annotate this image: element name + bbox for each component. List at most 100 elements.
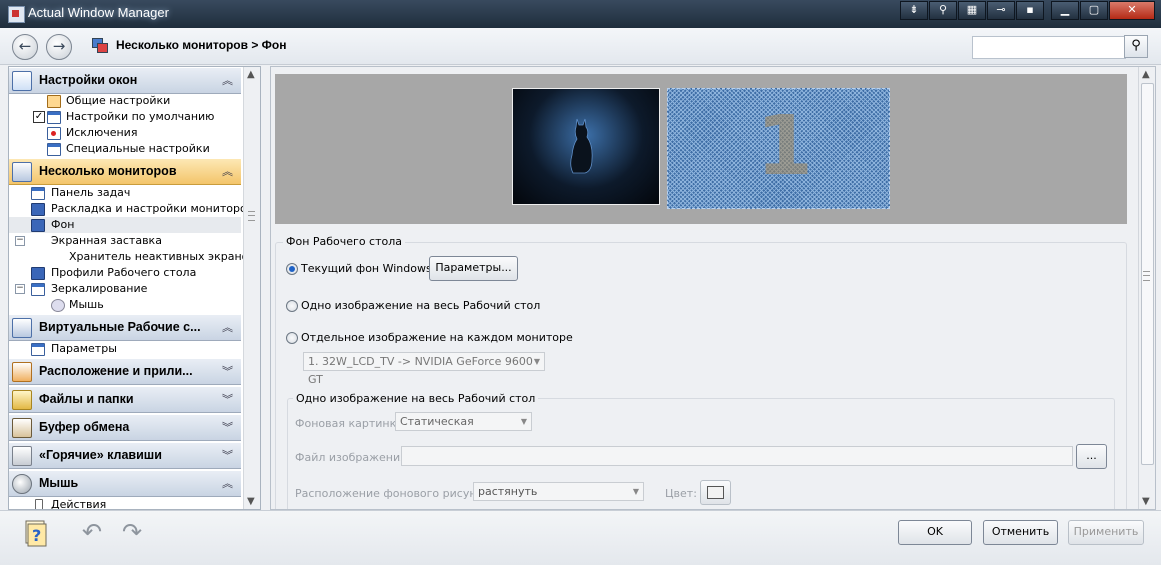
dropdown-arrow-icon: ▼ — [533, 357, 540, 366]
monitor-preview-primary[interactable] — [512, 88, 660, 205]
section-label: «Горячие» клавиши — [39, 448, 162, 462]
sidebar-item-label: Хранитель неактивных экранов — [69, 250, 255, 263]
sidebar-item-label: Исключения — [66, 126, 138, 139]
sidebar-item-label: Мышь — [69, 298, 104, 311]
sidebar-item-label: Общие настройки — [66, 94, 171, 107]
keyboard-icon — [12, 446, 32, 466]
main-panel: 1 Фон Рабочего стола Текущий фон Windows… — [270, 66, 1156, 510]
minimize-to-tray-icon[interactable]: ▪ — [1016, 1, 1044, 20]
redo-icon[interactable]: ↷ — [118, 520, 146, 544]
section-mouse[interactable]: Мышь ︽ — [9, 470, 241, 497]
search-button[interactable]: ⚲ — [1124, 35, 1148, 58]
radio-per-monitor-image[interactable] — [286, 332, 298, 344]
chevron-up-icon[interactable]: ︽ — [222, 72, 233, 88]
monitor-preview-secondary[interactable]: 1 — [667, 88, 890, 209]
sidebar-item-label: Действия — [51, 498, 107, 510]
cancel-button[interactable]: Отменить — [983, 520, 1058, 545]
app-logo-icon — [8, 6, 25, 23]
section-files-folders[interactable]: Файлы и папки ︾ — [9, 386, 241, 413]
section-label: Виртуальные Рабочие с... — [39, 320, 201, 334]
ok-button[interactable]: OK — [898, 520, 972, 545]
dropdown-arrow-icon: ▼ — [632, 487, 639, 496]
close-icon[interactable]: ✕ — [1109, 1, 1155, 20]
monitor-select[interactable]: 1. 32W_LCD_TV -> NVIDIA GeForce 9600 GT … — [303, 352, 545, 386]
chevron-down-icon[interactable]: ︾ — [222, 419, 233, 435]
radio-single-image[interactable] — [286, 300, 298, 312]
main-scrollbar[interactable]: ▲ ▼ — [1138, 67, 1155, 509]
radio-label: Одно изображение на весь Рабочий стол — [301, 299, 541, 312]
section-placement[interactable]: Расположение и прили... ︾ — [9, 358, 241, 385]
sidebar-item-label: Зеркалирование — [51, 282, 148, 295]
arrow-right-icon: → — [52, 37, 66, 55]
collapse-toggle-icon[interactable]: − — [15, 236, 25, 246]
monitor-layout-icon — [31, 203, 45, 216]
scroll-up-icon[interactable]: ▲ — [1142, 69, 1150, 80]
radio-label: Отдельное изображение на каждом мониторе — [301, 331, 573, 344]
chevron-down-icon[interactable]: ︾ — [222, 391, 233, 407]
mouse-icon — [51, 299, 65, 312]
title-bar-buttons: ⇟ ⚲ ▦ ⊸ ▪ ▁ ▢ ✕ — [900, 1, 1155, 20]
section-hotkeys[interactable]: «Горячие» клавиши ︾ — [9, 442, 241, 469]
pushpin-icon[interactable]: ⊸ — [987, 1, 1015, 20]
maximize-icon[interactable]: ▢ — [1080, 1, 1108, 20]
window-title: Actual Window Manager — [28, 5, 169, 20]
position-select[interactable]: растянуть ▼ — [473, 482, 644, 501]
chevron-down-icon[interactable]: ︾ — [222, 363, 233, 379]
section-label: Буфер обмена — [39, 420, 130, 434]
title-bar[interactable]: Actual Window Manager ⇟ ⚲ ▦ ⊸ ▪ ▁ ▢ ✕ — [0, 0, 1161, 28]
image-file-input[interactable] — [401, 446, 1073, 466]
position-label: Расположение фонового рисунка: — [295, 487, 494, 500]
pin-icon[interactable]: ⇟ — [900, 1, 928, 20]
collapse-toggle-icon[interactable]: − — [15, 284, 25, 294]
sidebar-scrollbar[interactable]: ▲ ▼ — [243, 67, 260, 509]
sidebar-item-background[interactable]: Фон — [9, 217, 241, 233]
parameters-button[interactable]: Параметры... — [429, 256, 518, 281]
settings-icon — [47, 95, 61, 108]
placement-icon — [12, 362, 32, 382]
search-input[interactable] — [972, 36, 1126, 59]
forward-button[interactable]: → — [46, 34, 72, 60]
undo-icon[interactable]: ↶ — [78, 520, 106, 544]
minimize-icon[interactable]: ▁ — [1051, 1, 1079, 20]
scroll-down-icon[interactable]: ▼ — [247, 496, 255, 507]
chevron-up-icon[interactable]: ︽ — [222, 163, 233, 179]
scroll-down-icon[interactable]: ▼ — [1142, 496, 1150, 507]
group-title: Одно изображение на весь Рабочий стол — [293, 392, 539, 405]
virtual-desktops-icon — [12, 318, 32, 338]
bg-picture-value: Статическая — [400, 415, 474, 428]
section-multiple-monitors[interactable]: Несколько мониторов ︽ — [9, 158, 241, 185]
help-icon[interactable]: ? — [24, 519, 50, 547]
special-settings-icon — [47, 143, 61, 156]
svg-text:?: ? — [32, 526, 41, 545]
checkbox[interactable]: ✓ — [33, 111, 45, 123]
sidebar-item-label: Экранная заставка — [51, 234, 162, 247]
transparency-icon[interactable]: ▦ — [958, 1, 986, 20]
parameters-icon — [31, 343, 45, 356]
section-virtual-desktops[interactable]: Виртуальные Рабочие с... ︽ — [9, 314, 241, 341]
color-picker-button[interactable] — [700, 480, 731, 505]
bg-picture-select[interactable]: Статическая ▼ — [395, 412, 532, 431]
sidebar-item-label: Фон — [51, 218, 75, 231]
section-window-settings[interactable]: Настройки окон ︽ — [9, 67, 241, 94]
apply-button[interactable]: Применить — [1068, 520, 1144, 545]
chevron-down-icon[interactable]: ︾ — [222, 447, 233, 463]
bottom-bar: ? ↶ ↷ OK Отменить Применить — [0, 510, 1161, 565]
breadcrumb: Несколько мониторов > Фон — [116, 38, 287, 52]
section-clipboard[interactable]: Буфер обмена ︾ — [9, 414, 241, 441]
chevron-up-icon[interactable]: ︽ — [222, 319, 233, 335]
back-button[interactable]: ← — [12, 34, 38, 60]
sidebar-item-label: Панель задач — [51, 186, 131, 199]
radio-label: Текущий фон Windows — [301, 262, 432, 275]
dropdown-arrow-icon: ▼ — [520, 417, 527, 426]
radio-current-windows-bg[interactable] — [286, 263, 298, 275]
scroll-up-icon[interactable]: ▲ — [247, 69, 255, 80]
mouse-icon — [12, 474, 32, 494]
browse-button[interactable]: ... — [1076, 444, 1107, 469]
chevron-up-icon[interactable]: ︽ — [222, 475, 233, 491]
app-window: Actual Window Manager ⇟ ⚲ ▦ ⊸ ▪ ▁ ▢ ✕ ← … — [0, 0, 1161, 565]
tools-icon[interactable]: ⚲ — [929, 1, 957, 20]
folder-icon — [12, 390, 32, 410]
actions-icon — [35, 499, 43, 509]
window-icon — [47, 111, 61, 124]
panel-splitter[interactable] — [260, 66, 270, 508]
